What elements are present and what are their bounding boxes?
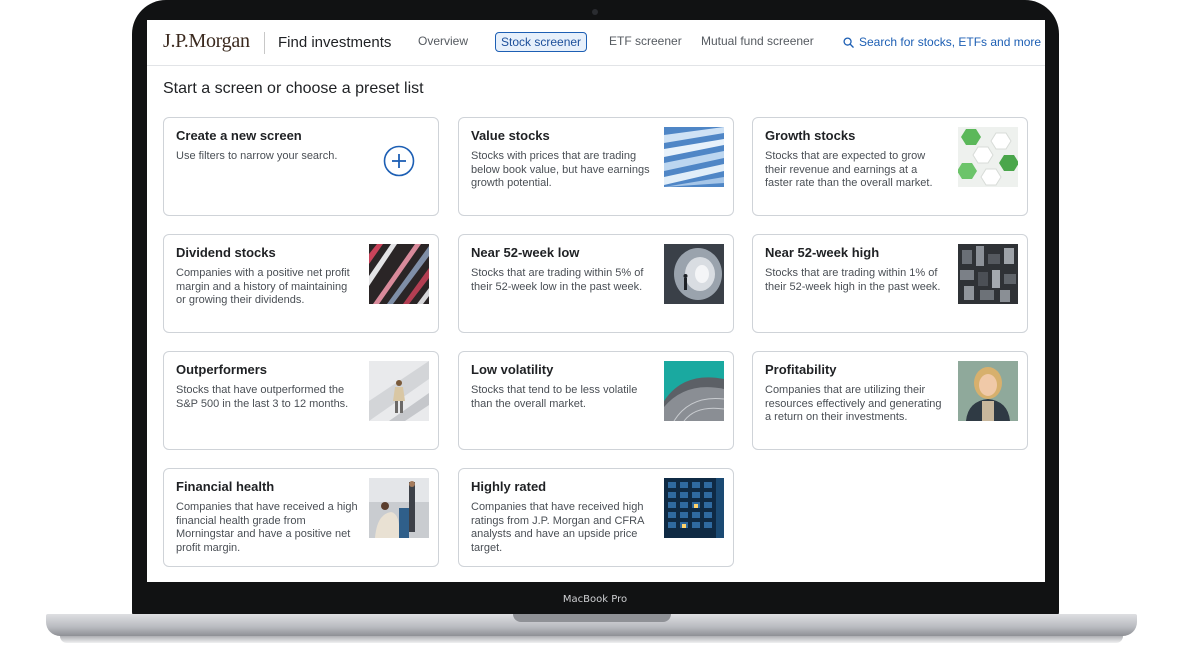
city-aerial-image [958,244,1018,304]
teal-curved-building-image [664,361,724,421]
card-title: Value stocks [471,128,550,143]
smiling-woman-image [958,361,1018,421]
card-dividend-stocks[interactable]: Dividend stocks Companies with a positiv… [163,234,439,333]
card-title: Near 52-week low [471,245,580,260]
colorful-facade-image [369,244,429,304]
green-hexagons-image [958,127,1018,187]
card-near-52-week-high[interactable]: Near 52-week high Stocks that are tradin… [752,234,1028,333]
card-title: Dividend stocks [176,245,276,260]
site-header: J.P.Morgan Find investments Overview Sto… [147,20,1045,66]
camera [592,9,598,15]
card-description: Companies that have received high rating… [471,501,644,554]
card-profitability[interactable]: Profitability Companies that are utilizi… [752,351,1028,450]
card-description: Stocks that tend to be less volatile tha… [471,384,638,410]
card-low-volatility[interactable]: Low volatility Stocks that tend to be le… [458,351,734,450]
card-description: Use filters to narrow your search. [176,150,338,162]
card-description: Companies that are utilizing their resou… [765,384,942,424]
laptop-base-shadow [60,636,1123,643]
screen: J.P.Morgan Find investments Overview Sto… [147,20,1045,582]
card-title: Near 52-week high [765,245,880,260]
header-divider [264,32,265,54]
card-growth-stocks[interactable]: Growth stocks Stocks that are expected t… [752,117,1028,216]
card-title: Growth stocks [765,128,856,143]
nav-stock-screener[interactable]: Stock screener [495,32,588,52]
card-description: Stocks that are expected to grow their r… [765,150,933,190]
card-description: Companies that have received a high fina… [176,501,358,554]
blue-glass-building-image [664,127,724,187]
nav-etf-screener[interactable]: ETF screener [609,34,682,48]
card-highly-rated[interactable]: Highly rated Companies that have receive… [458,468,734,567]
woman-walking-image [369,361,429,421]
card-outperformers[interactable]: Outperformers Stocks that have outperfor… [163,351,439,450]
card-description: Stocks that are trading within 1% of the… [765,267,941,293]
night-skyscraper-image [664,478,724,538]
card-description: Stocks with prices that are trading belo… [471,150,650,190]
app-title[interactable]: Find investments [278,34,391,51]
jpmorgan-logo[interactable]: J.P.Morgan [163,30,250,53]
card-title: Low volatility [471,362,554,377]
card-create-new-screen[interactable]: Create a new screen Use filters to narro… [163,117,439,216]
card-title: Financial health [176,479,275,494]
nav-mutual-fund-screener[interactable]: Mutual fund screener [701,34,814,48]
card-near-52-week-low[interactable]: Near 52-week low Stocks that are trading… [458,234,734,333]
search-link[interactable]: Search for stocks, ETFs and more [843,35,1041,49]
card-description: Stocks that are trading within 5% of the… [471,267,644,293]
plus-circle-icon[interactable] [383,145,415,177]
card-description: Companies with a positive net profit mar… [176,267,350,307]
card-financial-health[interactable]: Financial health Companies that have rec… [163,468,439,567]
nav-overview[interactable]: Overview [418,34,468,48]
search-icon [843,36,854,48]
card-value-stocks[interactable]: Value stocks Stocks with prices that are… [458,117,734,216]
search-label: Search for stocks, ETFs and more [859,35,1042,49]
card-title: Highly rated [471,479,547,494]
office-meeting-image [369,478,429,538]
tunnel-walker-image [664,244,724,304]
card-title: Create a new screen [176,128,302,143]
device-label: MacBook Pro [562,594,628,605]
page-title: Start a screen or choose a preset list [163,80,424,97]
card-title: Outperformers [176,362,268,377]
laptop-notch [513,614,671,622]
card-description: Stocks that have outperformed the S&P 50… [176,384,349,410]
card-title: Profitability [765,362,837,377]
